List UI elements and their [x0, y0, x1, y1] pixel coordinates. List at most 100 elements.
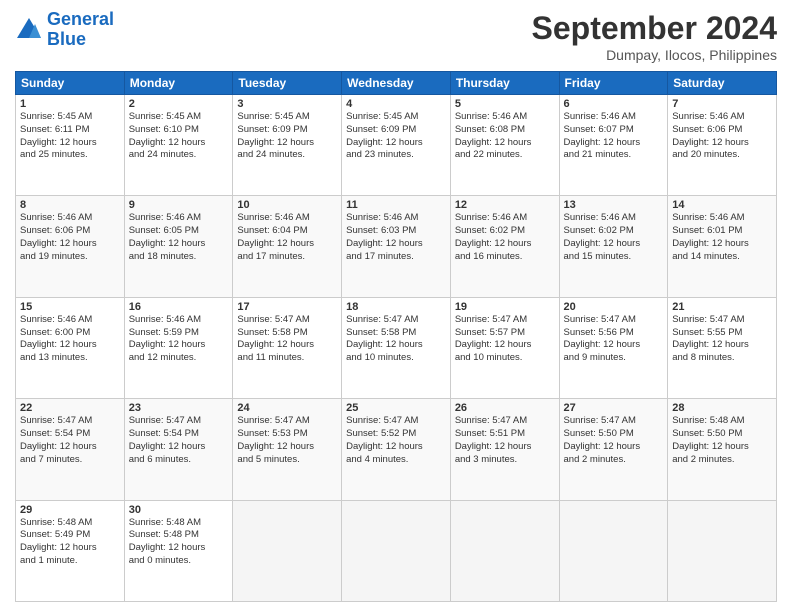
title-block: September 2024 Dumpay, Ilocos, Philippin…: [532, 10, 777, 63]
calendar-cell: 14Sunrise: 5:46 AM Sunset: 6:01 PM Dayli…: [668, 196, 777, 297]
calendar-cell: 15Sunrise: 5:46 AM Sunset: 6:00 PM Dayli…: [16, 297, 125, 398]
calendar-week-3: 15Sunrise: 5:46 AM Sunset: 6:00 PM Dayli…: [16, 297, 777, 398]
calendar-cell: 20Sunrise: 5:47 AM Sunset: 5:56 PM Dayli…: [559, 297, 668, 398]
calendar-cell: 10Sunrise: 5:46 AM Sunset: 6:04 PM Dayli…: [233, 196, 342, 297]
day-number: 2: [129, 98, 229, 110]
calendar-week-2: 8Sunrise: 5:46 AM Sunset: 6:06 PM Daylig…: [16, 196, 777, 297]
day-info: Sunrise: 5:47 AM Sunset: 5:52 PM Dayligh…: [346, 415, 446, 466]
day-info: Sunrise: 5:47 AM Sunset: 5:50 PM Dayligh…: [564, 415, 664, 466]
day-info: Sunrise: 5:46 AM Sunset: 6:00 PM Dayligh…: [20, 314, 120, 365]
day-info: Sunrise: 5:46 AM Sunset: 6:05 PM Dayligh…: [129, 212, 229, 263]
calendar-cell: 1Sunrise: 5:45 AM Sunset: 6:11 PM Daylig…: [16, 95, 125, 196]
day-number: 9: [129, 199, 229, 211]
day-info: Sunrise: 5:46 AM Sunset: 6:06 PM Dayligh…: [20, 212, 120, 263]
day-info: Sunrise: 5:46 AM Sunset: 6:06 PM Dayligh…: [672, 111, 772, 162]
calendar-cell: 11Sunrise: 5:46 AM Sunset: 6:03 PM Dayli…: [342, 196, 451, 297]
day-info: Sunrise: 5:48 AM Sunset: 5:49 PM Dayligh…: [20, 517, 120, 568]
calendar-cell: 29Sunrise: 5:48 AM Sunset: 5:49 PM Dayli…: [16, 500, 125, 601]
day-info: Sunrise: 5:45 AM Sunset: 6:09 PM Dayligh…: [346, 111, 446, 162]
day-info: Sunrise: 5:47 AM Sunset: 5:54 PM Dayligh…: [20, 415, 120, 466]
location: Dumpay, Ilocos, Philippines: [532, 47, 777, 63]
day-info: Sunrise: 5:48 AM Sunset: 5:48 PM Dayligh…: [129, 517, 229, 568]
col-header-tuesday: Tuesday: [233, 72, 342, 95]
calendar-cell: 17Sunrise: 5:47 AM Sunset: 5:58 PM Dayli…: [233, 297, 342, 398]
calendar-cell: 27Sunrise: 5:47 AM Sunset: 5:50 PM Dayli…: [559, 399, 668, 500]
day-number: 1: [20, 98, 120, 110]
day-number: 30: [129, 504, 229, 516]
day-info: Sunrise: 5:46 AM Sunset: 6:08 PM Dayligh…: [455, 111, 555, 162]
day-info: Sunrise: 5:46 AM Sunset: 6:02 PM Dayligh…: [564, 212, 664, 263]
calendar-cell: 6Sunrise: 5:46 AM Sunset: 6:07 PM Daylig…: [559, 95, 668, 196]
month-title: September 2024: [532, 10, 777, 47]
day-number: 15: [20, 301, 120, 313]
calendar-cell: 22Sunrise: 5:47 AM Sunset: 5:54 PM Dayli…: [16, 399, 125, 500]
calendar-cell: 21Sunrise: 5:47 AM Sunset: 5:55 PM Dayli…: [668, 297, 777, 398]
day-info: Sunrise: 5:47 AM Sunset: 5:51 PM Dayligh…: [455, 415, 555, 466]
day-number: 12: [455, 199, 555, 211]
day-info: Sunrise: 5:47 AM Sunset: 5:53 PM Dayligh…: [237, 415, 337, 466]
calendar-cell: [342, 500, 451, 601]
calendar-cell: 30Sunrise: 5:48 AM Sunset: 5:48 PM Dayli…: [124, 500, 233, 601]
calendar-cell: 9Sunrise: 5:46 AM Sunset: 6:05 PM Daylig…: [124, 196, 233, 297]
calendar-week-4: 22Sunrise: 5:47 AM Sunset: 5:54 PM Dayli…: [16, 399, 777, 500]
day-number: 14: [672, 199, 772, 211]
calendar-cell: 19Sunrise: 5:47 AM Sunset: 5:57 PM Dayli…: [450, 297, 559, 398]
day-info: Sunrise: 5:47 AM Sunset: 5:55 PM Dayligh…: [672, 314, 772, 365]
calendar-cell: 26Sunrise: 5:47 AM Sunset: 5:51 PM Dayli…: [450, 399, 559, 500]
calendar-cell: 18Sunrise: 5:47 AM Sunset: 5:58 PM Dayli…: [342, 297, 451, 398]
logo-text: General Blue: [47, 10, 114, 50]
day-info: Sunrise: 5:46 AM Sunset: 6:04 PM Dayligh…: [237, 212, 337, 263]
calendar-week-5: 29Sunrise: 5:48 AM Sunset: 5:49 PM Dayli…: [16, 500, 777, 601]
day-number: 18: [346, 301, 446, 313]
day-number: 29: [20, 504, 120, 516]
calendar-cell: 23Sunrise: 5:47 AM Sunset: 5:54 PM Dayli…: [124, 399, 233, 500]
col-header-friday: Friday: [559, 72, 668, 95]
day-number: 4: [346, 98, 446, 110]
col-header-sunday: Sunday: [16, 72, 125, 95]
day-number: 23: [129, 402, 229, 414]
day-number: 3: [237, 98, 337, 110]
header: General Blue September 2024 Dumpay, Iloc…: [15, 10, 777, 63]
page: General Blue September 2024 Dumpay, Iloc…: [0, 0, 792, 612]
calendar-cell: [450, 500, 559, 601]
calendar-cell: 16Sunrise: 5:46 AM Sunset: 5:59 PM Dayli…: [124, 297, 233, 398]
calendar-cell: 7Sunrise: 5:46 AM Sunset: 6:06 PM Daylig…: [668, 95, 777, 196]
calendar-cell: 5Sunrise: 5:46 AM Sunset: 6:08 PM Daylig…: [450, 95, 559, 196]
day-number: 11: [346, 199, 446, 211]
day-info: Sunrise: 5:45 AM Sunset: 6:10 PM Dayligh…: [129, 111, 229, 162]
day-number: 24: [237, 402, 337, 414]
calendar-week-1: 1Sunrise: 5:45 AM Sunset: 6:11 PM Daylig…: [16, 95, 777, 196]
day-number: 8: [20, 199, 120, 211]
day-number: 6: [564, 98, 664, 110]
day-info: Sunrise: 5:46 AM Sunset: 6:03 PM Dayligh…: [346, 212, 446, 263]
calendar-cell: 24Sunrise: 5:47 AM Sunset: 5:53 PM Dayli…: [233, 399, 342, 500]
calendar-cell: 13Sunrise: 5:46 AM Sunset: 6:02 PM Dayli…: [559, 196, 668, 297]
calendar-cell: 3Sunrise: 5:45 AM Sunset: 6:09 PM Daylig…: [233, 95, 342, 196]
day-info: Sunrise: 5:48 AM Sunset: 5:50 PM Dayligh…: [672, 415, 772, 466]
day-info: Sunrise: 5:45 AM Sunset: 6:09 PM Dayligh…: [237, 111, 337, 162]
day-info: Sunrise: 5:45 AM Sunset: 6:11 PM Dayligh…: [20, 111, 120, 162]
day-number: 20: [564, 301, 664, 313]
day-number: 27: [564, 402, 664, 414]
calendar-cell: 12Sunrise: 5:46 AM Sunset: 6:02 PM Dayli…: [450, 196, 559, 297]
col-header-saturday: Saturday: [668, 72, 777, 95]
day-info: Sunrise: 5:47 AM Sunset: 5:56 PM Dayligh…: [564, 314, 664, 365]
day-number: 21: [672, 301, 772, 313]
day-number: 5: [455, 98, 555, 110]
logo: General Blue: [15, 10, 114, 50]
col-header-wednesday: Wednesday: [342, 72, 451, 95]
day-info: Sunrise: 5:46 AM Sunset: 6:02 PM Dayligh…: [455, 212, 555, 263]
day-number: 26: [455, 402, 555, 414]
day-info: Sunrise: 5:47 AM Sunset: 5:58 PM Dayligh…: [346, 314, 446, 365]
logo-icon: [15, 16, 43, 44]
day-number: 28: [672, 402, 772, 414]
col-header-thursday: Thursday: [450, 72, 559, 95]
day-number: 10: [237, 199, 337, 211]
day-number: 17: [237, 301, 337, 313]
day-info: Sunrise: 5:47 AM Sunset: 5:54 PM Dayligh…: [129, 415, 229, 466]
day-number: 19: [455, 301, 555, 313]
day-info: Sunrise: 5:47 AM Sunset: 5:57 PM Dayligh…: [455, 314, 555, 365]
day-number: 13: [564, 199, 664, 211]
calendar-cell: 25Sunrise: 5:47 AM Sunset: 5:52 PM Dayli…: [342, 399, 451, 500]
col-header-monday: Monday: [124, 72, 233, 95]
